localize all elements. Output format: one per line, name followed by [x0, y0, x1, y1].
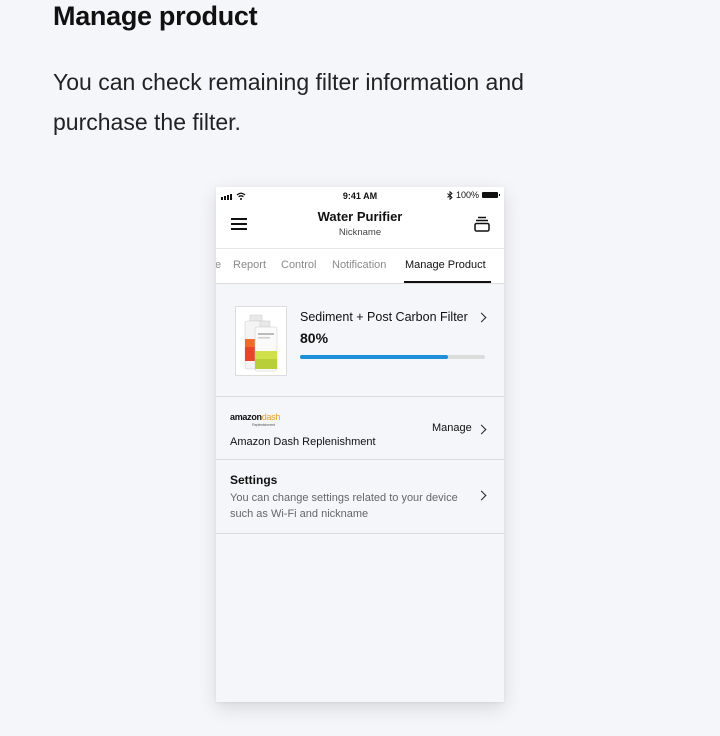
filter-row[interactable]: Sediment + Post Carbon Filter 80% — [216, 284, 504, 397]
settings-description: You can change settings related to your … — [230, 492, 458, 520]
status-right: 100% — [447, 190, 500, 200]
app-title-block: Water Purifier Nickname — [216, 209, 504, 238]
settings-row[interactable]: Settings You can change settings related… — [216, 460, 504, 534]
tab-control[interactable]: Control — [281, 259, 316, 271]
tab-notification[interactable]: Notification — [332, 259, 386, 271]
filter-name: Sediment + Post Carbon Filter — [300, 310, 468, 324]
filter-chevron-right-icon — [476, 312, 487, 323]
filter-progress-bar — [300, 355, 485, 359]
tab-partial[interactable]: e — [216, 259, 221, 271]
amazon-dash-name: Amazon Dash Replenishment — [230, 436, 376, 448]
filter-product-image — [235, 306, 287, 376]
manage-button[interactable]: Manage — [432, 422, 472, 434]
status-bar: 9:41 AM 100% — [216, 187, 504, 205]
tab-manage-product[interactable]: Manage Product — [405, 259, 486, 271]
tab-bar: e Report Control Notification Manage Pro… — [216, 248, 504, 284]
phone-screen: 9:41 AM 100% Water Purifier Nickname Rep… — [216, 187, 504, 702]
active-tab-indicator — [404, 281, 491, 283]
app-bar: Water Purifier Nickname — [216, 205, 504, 248]
settings-title: Settings — [230, 473, 278, 487]
filter-percent: 80% — [300, 330, 329, 346]
filter-progress-fill — [300, 355, 448, 359]
page-description: You can check remaining filter informati… — [53, 69, 524, 135]
battery-icon — [482, 192, 500, 198]
manage-chevron-right-icon — [476, 424, 487, 435]
tab-report[interactable]: Report — [233, 259, 266, 271]
phone-header: 9:41 AM 100% Water Purifier Nickname Rep… — [216, 187, 504, 284]
app-title: Water Purifier — [317, 209, 403, 224]
stack-icon[interactable] — [474, 216, 490, 232]
page-heading: Manage product — [53, 1, 258, 31]
device-nickname: Nickname — [338, 227, 382, 238]
amazon-dash-logo: amazondash Replenishment — [230, 412, 281, 427]
battery-percent: 100% — [455, 190, 479, 200]
bluetooth-icon — [447, 190, 453, 200]
amazon-dash-row[interactable]: amazondash Replenishment Amazon Dash Rep… — [216, 397, 504, 460]
settings-chevron-right-icon — [476, 490, 487, 501]
